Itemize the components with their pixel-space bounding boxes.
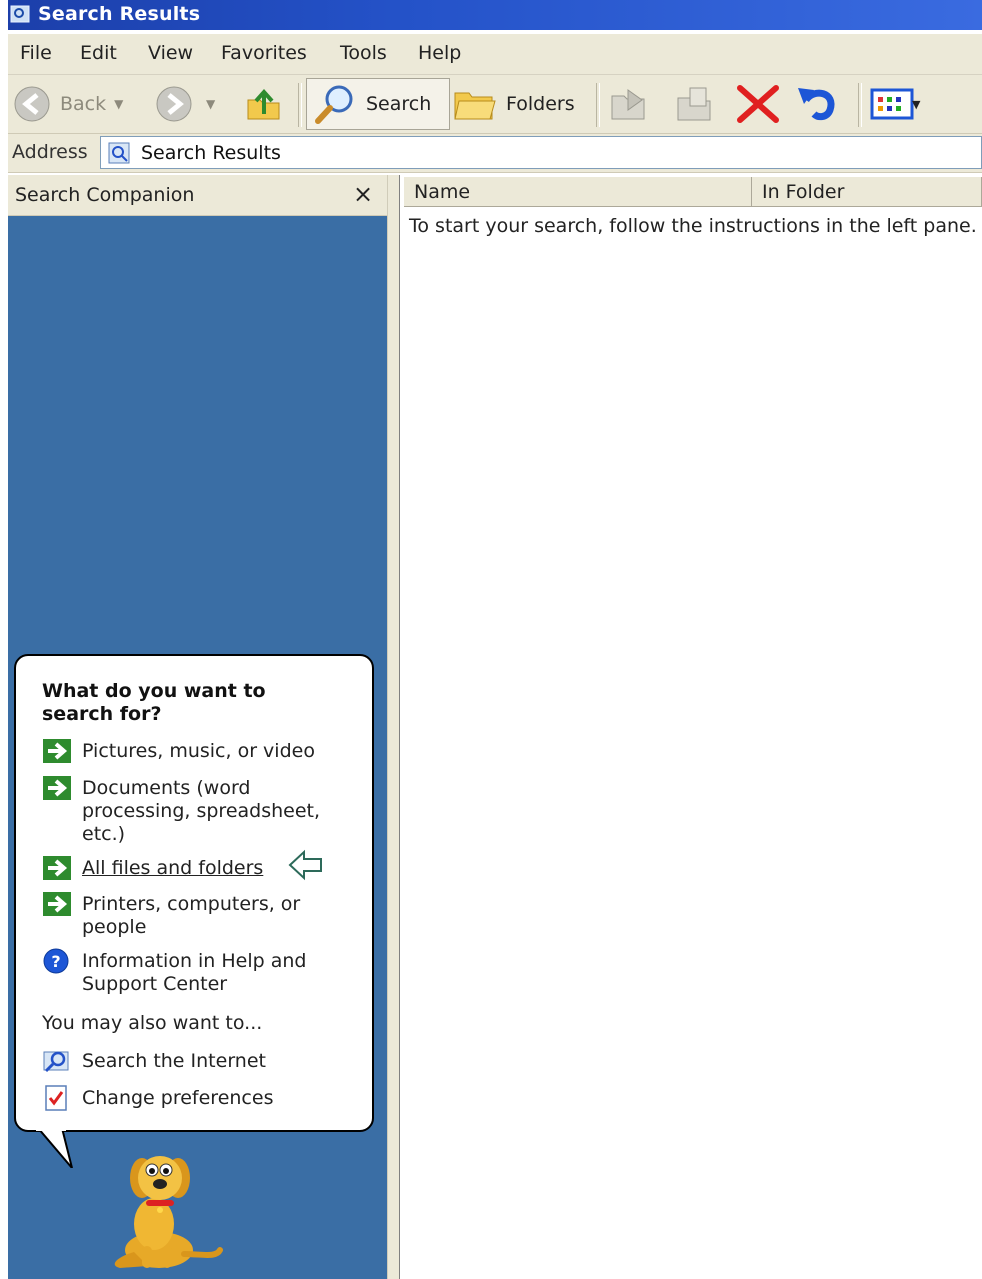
search-question: What do you want to search for?: [42, 680, 266, 725]
column-header-label: Name: [414, 181, 471, 203]
address-value: Search Results: [141, 142, 281, 164]
back-dropdown-icon[interactable]: ▼: [114, 97, 123, 111]
green-arrow-icon: [43, 776, 71, 800]
forward-arrow-icon: [156, 86, 192, 122]
menu-file[interactable]: File: [20, 42, 52, 64]
option-label: Documents (word processing, spreadsheet,…: [82, 777, 321, 845]
toolbar: Back ▼ ▼ Search Folders ▼: [8, 75, 982, 134]
column-header-label: In Folder: [762, 181, 845, 203]
option-search-internet[interactable]: Search the Internet: [42, 1050, 322, 1074]
back-button[interactable]: Back ▼: [12, 75, 123, 133]
option-pictures-music-video[interactable]: Pictures, music, or video: [42, 739, 322, 764]
folders-icon: [454, 92, 496, 120]
magnifier-icon: [315, 85, 353, 124]
copy-to-button[interactable]: [672, 75, 716, 133]
menu-edit[interactable]: Edit: [80, 42, 117, 64]
delete-button[interactable]: [734, 75, 782, 133]
option-label: Change preferences: [82, 1087, 274, 1109]
search-options-balloon: What do you want to search for? Pictures…: [14, 654, 374, 1132]
search-dog-icon[interactable]: [104, 1150, 224, 1272]
toolbar-separator: [596, 83, 600, 127]
folders-button[interactable]: Folders: [452, 75, 575, 133]
close-icon[interactable]: ×: [351, 179, 375, 209]
address-input[interactable]: Search Results: [100, 136, 982, 169]
views-button[interactable]: ▼: [870, 75, 920, 133]
column-header-in-folder[interactable]: In Folder: [752, 177, 982, 207]
pointer-arrow-icon: [288, 849, 322, 881]
balloon-tail: [36, 1128, 73, 1168]
search-instructions: To start your search, follow the instruc…: [409, 215, 977, 237]
green-arrow-icon: [43, 892, 71, 916]
help-question-icon: ?: [43, 948, 69, 974]
search-label: Search: [366, 93, 432, 115]
delete-x-icon: [737, 85, 779, 123]
option-printers-computers-people[interactable]: Printers, computers, or people: [42, 892, 322, 939]
option-documents[interactable]: Documents (word processing, spreadsheet,…: [42, 776, 332, 846]
option-all-files-folders[interactable]: All files and folders: [42, 856, 282, 881]
green-arrow-icon: [43, 856, 71, 880]
search-results-icon: [10, 5, 30, 23]
also-want-label: You may also want to...: [42, 1012, 263, 1034]
preferences-checklist-icon: [45, 1085, 67, 1111]
toolbar-separator: [858, 83, 862, 127]
search-companion-title: Search Companion: [15, 184, 195, 206]
address-bar: Address Search Results: [8, 134, 982, 173]
title-bar[interactable]: Search Results: [8, 0, 982, 30]
forward-dropdown-icon[interactable]: ▼: [206, 97, 215, 111]
back-arrow-icon: [14, 86, 50, 122]
move-to-icon: [611, 89, 645, 120]
window-title: Search Results: [38, 3, 201, 25]
search-results-icon: [108, 142, 130, 164]
option-label: Printers, computers, or people: [82, 893, 301, 938]
explorer-window: Search Results File Edit View Favorites …: [0, 0, 982, 1279]
search-internet-icon: [43, 1051, 69, 1073]
menu-bar: File Edit View Favorites Tools Help: [8, 34, 982, 75]
undo-icon: [798, 88, 835, 121]
views-grid-icon: [870, 88, 914, 120]
back-label: Back: [60, 93, 107, 115]
forward-button[interactable]: ▼: [154, 75, 215, 133]
menu-help[interactable]: Help: [418, 42, 461, 64]
svg-text:?: ?: [51, 952, 60, 971]
menu-tools[interactable]: Tools: [340, 42, 387, 64]
menu-favorites[interactable]: Favorites: [221, 42, 307, 64]
option-label: Search the Internet: [82, 1050, 266, 1072]
undo-button[interactable]: [794, 75, 842, 133]
address-label: Address: [12, 141, 88, 163]
folder-up-icon: [247, 88, 280, 120]
search-companion-header: Search Companion ×: [8, 175, 387, 216]
views-dropdown-icon[interactable]: ▼: [912, 98, 920, 111]
toolbar-separator: [298, 83, 302, 127]
copy-to-icon: [677, 87, 711, 121]
search-button[interactable]: Search: [312, 75, 431, 133]
move-to-button[interactable]: [608, 75, 652, 133]
folders-label: Folders: [506, 93, 575, 115]
option-label: All files and folders: [82, 857, 264, 879]
column-header-name[interactable]: Name: [404, 177, 752, 207]
results-pane: Name In Folder To start your search, fol…: [401, 175, 982, 1279]
menu-view[interactable]: View: [148, 42, 193, 64]
option-change-preferences[interactable]: Change preferences: [42, 1085, 322, 1111]
green-arrow-icon: [43, 739, 71, 763]
option-label: Information in Help and Support Center: [82, 950, 307, 995]
pane-splitter[interactable]: [387, 175, 400, 1279]
option-help-support[interactable]: ? Information in Help and Support Center: [42, 948, 322, 996]
option-label: Pictures, music, or video: [82, 740, 315, 762]
up-button[interactable]: [244, 75, 284, 133]
